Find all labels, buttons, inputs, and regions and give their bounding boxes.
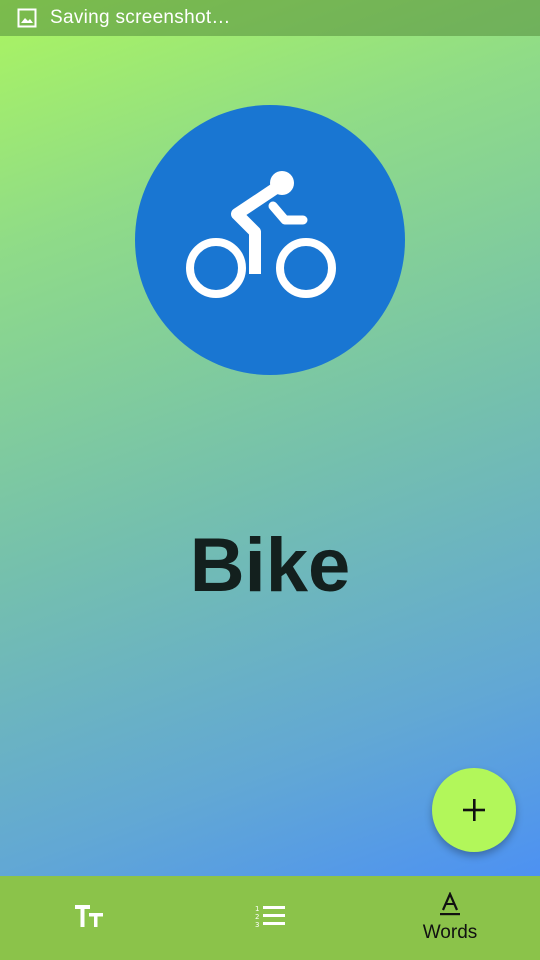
- word-image-circle: [135, 105, 405, 375]
- word-title: Bike: [189, 523, 351, 608]
- image-icon: [16, 7, 38, 29]
- app-screen: Saving screenshot… Bike 1 2 3 Words: [0, 0, 540, 960]
- status-bar: Saving screenshot…: [0, 0, 540, 36]
- svg-text:3: 3: [255, 921, 259, 929]
- nav-item-list[interactable]: 1 2 3: [180, 876, 360, 960]
- bike-icon: [186, 171, 336, 298]
- svg-text:2: 2: [255, 913, 259, 921]
- nav-label-words: Words: [422, 922, 478, 943]
- plus-icon: [463, 799, 485, 821]
- numbered-list-icon: 1 2 3: [255, 905, 285, 929]
- bottom-navigation: 1 2 3 Words: [0, 876, 540, 960]
- status-text: Saving screenshot…: [50, 7, 231, 28]
- nav-item-words[interactable]: Words: [360, 876, 540, 960]
- nav-item-text-size[interactable]: [0, 876, 180, 960]
- text-size-icon: [75, 905, 103, 927]
- svg-text:1: 1: [255, 905, 259, 913]
- text-format-icon: [440, 892, 460, 916]
- add-button[interactable]: [432, 768, 516, 852]
